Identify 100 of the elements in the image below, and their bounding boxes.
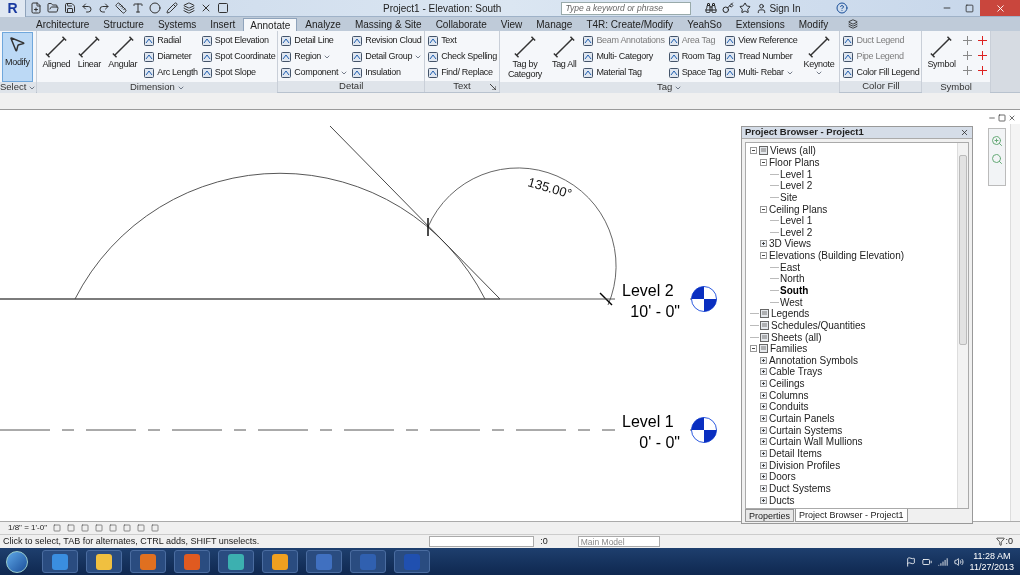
tree-item[interactable]: Annotation Symbols xyxy=(769,354,858,366)
ribbon-tool-button[interactable]: Material Tag xyxy=(582,65,665,81)
signal-icon[interactable] xyxy=(937,556,948,567)
collapse-icon[interactable] xyxy=(760,252,767,260)
panel-tab[interactable]: Project Browser - Project1 xyxy=(795,509,908,522)
panel-title-bar[interactable]: Detail xyxy=(278,81,425,92)
collapse-icon[interactable] xyxy=(760,205,767,213)
star-icon[interactable] xyxy=(739,2,752,14)
view-close-icon[interactable] xyxy=(1008,114,1016,122)
tree-item[interactable]: Floor Plans xyxy=(769,156,820,168)
ribbon-tool-button[interactable]: Insulation xyxy=(351,65,423,81)
tree-item[interactable]: Duct Systems xyxy=(769,482,831,494)
tree-item[interactable]: Level 2 xyxy=(780,226,813,238)
ribbon-tool-button[interactable]: Multi- Category xyxy=(582,49,665,65)
expand-icon[interactable] xyxy=(760,438,767,446)
app-menu-button[interactable]: R xyxy=(0,0,26,17)
tree-item[interactable]: Columns xyxy=(769,389,809,401)
collapse-icon[interactable] xyxy=(750,345,757,353)
ribbon-tool-button[interactable]: Text xyxy=(427,33,497,49)
expand-icon[interactable] xyxy=(760,473,767,481)
ribbon-tool-button[interactable]: Spot Slope xyxy=(200,65,276,81)
ribbon-tool-button[interactable]: Radial xyxy=(143,33,198,49)
toolbar-icon[interactable] xyxy=(98,2,110,14)
tree-item[interactable]: North xyxy=(780,273,805,285)
tree-item[interactable]: Site xyxy=(780,191,798,203)
taskbar-app-icon[interactable] xyxy=(262,550,298,573)
toolbar-icon[interactable] xyxy=(64,2,76,14)
tree-item[interactable]: East xyxy=(780,261,800,273)
ribbon-tab[interactable]: Annotate xyxy=(243,18,298,31)
expand-icon[interactable] xyxy=(760,415,767,423)
toolbar-icon[interactable] xyxy=(183,2,195,14)
ribbon-tool-button[interactable]: Symbol xyxy=(924,32,959,82)
ribbon-tool-button[interactable]: Color Fill Legend xyxy=(842,65,920,81)
close-icon[interactable] xyxy=(960,128,969,137)
tree-item[interactable]: Sheets (all) xyxy=(771,331,822,343)
sign-in-button[interactable]: Sign In xyxy=(756,0,801,16)
expand-icon[interactable] xyxy=(760,391,767,399)
ribbon-tool-button[interactable]: Aligned xyxy=(39,32,74,82)
flag-icon[interactable] xyxy=(905,556,916,567)
expand-icon[interactable] xyxy=(760,461,767,469)
ribbon-tool-button[interactable]: Detail Group xyxy=(351,49,423,65)
ribbon-tab[interactable]: Modify xyxy=(792,18,835,31)
expand-icon[interactable] xyxy=(760,240,767,248)
ribbon-tool-button[interactable]: Detail Line xyxy=(280,33,349,49)
help-icon[interactable] xyxy=(835,2,848,14)
tree-item[interactable]: Cable Trays xyxy=(769,366,823,378)
ribbon-tool-button[interactable]: Tag by Category xyxy=(501,32,548,82)
view-scale[interactable]: 1/8" = 1'-0" xyxy=(8,522,47,534)
tree-item[interactable]: Division Profiles xyxy=(769,459,841,471)
ribbon-tool-button[interactable]: Diameter xyxy=(143,49,198,65)
panel-title-bar[interactable]: Dimension xyxy=(37,82,278,93)
panel-title-bar[interactable]: Color Fill xyxy=(840,81,922,92)
panel-title-bar[interactable]: Tag xyxy=(499,82,840,93)
ribbon-tool-button[interactable]: Region xyxy=(280,49,349,65)
tree-item[interactable]: 3D Views xyxy=(769,238,812,250)
ribbon-tool-button[interactable]: Component xyxy=(280,65,349,81)
tree-item[interactable]: Ceilings xyxy=(769,378,805,390)
tree-item[interactable]: Curtain Wall Mullions xyxy=(769,436,863,448)
ribbon-tab[interactable]: Manage xyxy=(530,18,579,31)
tree-item[interactable]: Ducts xyxy=(769,494,795,506)
ribbon-tool-button[interactable]: Revision Cloud xyxy=(351,33,423,49)
ribbon-tool-button[interactable]: Find/ Replace xyxy=(427,65,497,81)
battery-icon[interactable] xyxy=(921,556,932,567)
tree-item[interactable]: Level 2 xyxy=(780,180,813,192)
tree-item[interactable]: Curtain Panels xyxy=(769,413,835,425)
ribbon-tool-button[interactable]: Linear xyxy=(74,32,105,82)
toolbar-icon[interactable] xyxy=(166,2,178,14)
ribbon-tool-button[interactable]: Check Spelling xyxy=(427,49,497,65)
symbol-tool-icon[interactable] xyxy=(976,35,988,46)
ribbon-tab[interactable]: Analyze xyxy=(299,18,347,31)
ribbon-tool-button[interactable]: Space Tag xyxy=(667,65,722,81)
tree-item[interactable]: West xyxy=(780,296,803,308)
ribbon-tool-button[interactable]: Spot Elevation xyxy=(200,33,276,49)
toolbar-icon[interactable] xyxy=(132,2,144,14)
ribbon-tab[interactable]: Extensions xyxy=(729,18,791,31)
panel-title-bar[interactable]: Symbol xyxy=(922,82,990,93)
scroll-bar[interactable] xyxy=(1010,124,1020,521)
tree-item[interactable]: Doors xyxy=(769,471,796,483)
toolbar-icon[interactable] xyxy=(149,2,161,14)
view-restore-icon[interactable] xyxy=(998,114,1006,122)
taskbar-app-icon[interactable] xyxy=(86,550,122,573)
tree-item[interactable]: Families xyxy=(770,343,808,355)
speaker-icon[interactable] xyxy=(953,556,964,567)
tree-item[interactable]: Legends xyxy=(771,308,810,320)
ribbon-tool-button[interactable]: Multi- Rebar xyxy=(724,65,798,81)
toolbar-icon[interactable] xyxy=(217,2,229,14)
ribbon-tool-button[interactable]: Tread Number xyxy=(724,49,798,65)
scroll-bar[interactable] xyxy=(957,143,968,508)
taskbar-app-icon[interactable] xyxy=(42,550,78,573)
ribbon-tool-button[interactable]: Room Tag xyxy=(667,49,722,65)
ribbon-tab[interactable]: Collaborate xyxy=(429,18,493,31)
tree-item[interactable]: Level 1 xyxy=(780,215,813,227)
ribbon-tool-button[interactable]: Keynote xyxy=(800,32,838,82)
tree-item[interactable]: Level 1 xyxy=(780,168,813,180)
filter-icon[interactable] xyxy=(996,537,1006,546)
binoculars-icon[interactable] xyxy=(705,2,718,14)
toolbar-icon[interactable] xyxy=(47,2,59,14)
tree-item[interactable]: Schedules/Quantities xyxy=(771,319,866,331)
tree-item[interactable]: Views (all) xyxy=(770,145,816,157)
panel-title-bar[interactable]: Select xyxy=(0,82,37,93)
